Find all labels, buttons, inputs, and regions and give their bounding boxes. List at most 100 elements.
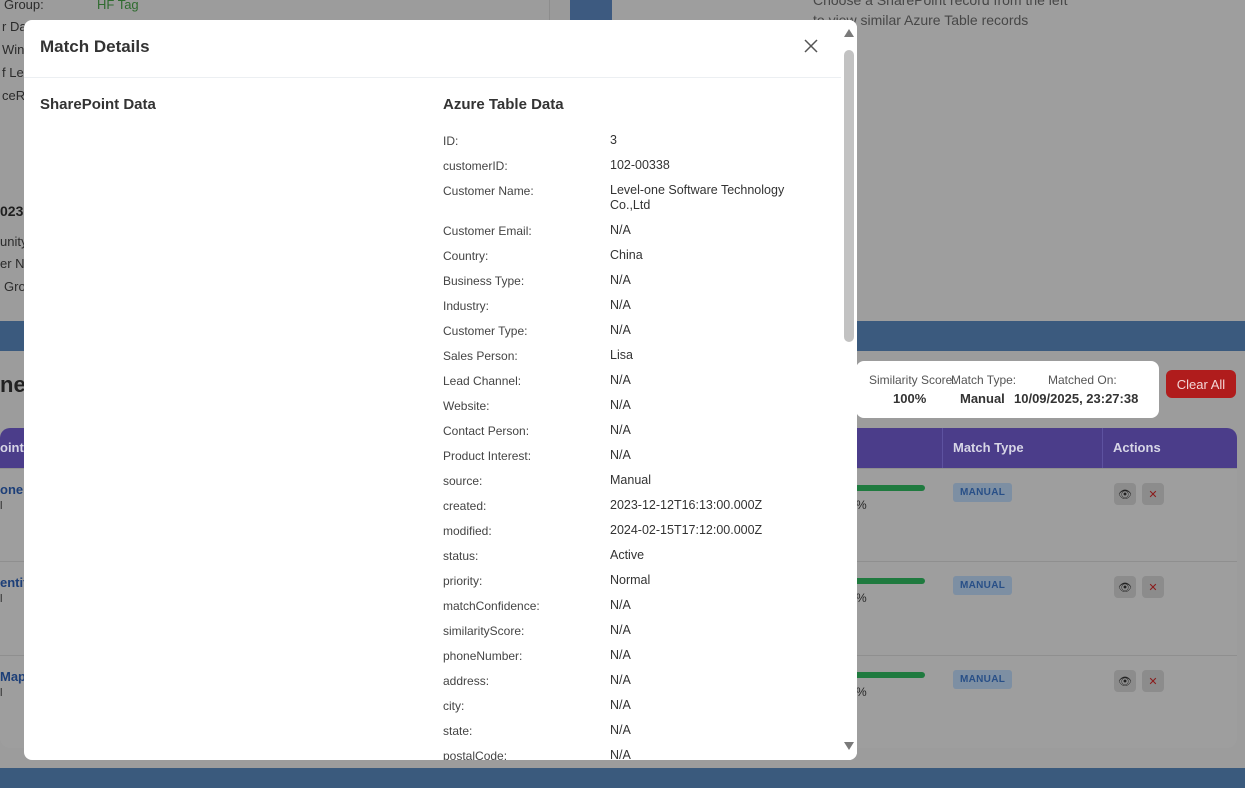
matched-on-label: Matched On:	[1048, 373, 1117, 387]
field-label: Customer Name:	[443, 184, 534, 198]
record-sub: l	[0, 687, 3, 699]
bg-section-year: 023	[0, 203, 24, 219]
field-row: modified: 2024-02-15T17:12:00.000Z	[443, 523, 833, 548]
field-value: Lisa	[610, 348, 633, 362]
bg-field-label: Group:	[4, 0, 44, 12]
field-row: Product Interest: N/A	[443, 448, 833, 473]
field-value: N/A	[610, 748, 631, 760]
similarity-percent: %	[856, 591, 867, 605]
field-row: source: Manual	[443, 473, 833, 498]
column-divider	[1102, 428, 1103, 468]
bg-field-label: Win	[2, 42, 25, 57]
field-value: N/A	[610, 673, 631, 687]
field-value: N/A	[610, 323, 631, 337]
field-row: Customer Email: N/A	[443, 223, 833, 248]
field-row: Country: China	[443, 248, 833, 273]
match-summary-card: Similarity Score: 100% Match Type: Manua…	[856, 361, 1159, 418]
field-value: Normal	[610, 573, 651, 587]
similarity-percent: %	[856, 498, 867, 512]
field-value: Level-one Software Technology Co.,Ltd	[610, 183, 785, 212]
field-row: status: Active	[443, 548, 833, 573]
field-row: Contact Person: N/A	[443, 423, 833, 448]
field-row: matchConfidence: N/A	[443, 598, 833, 623]
field-value: China	[610, 248, 643, 262]
eye-icon: 👁	[1118, 675, 1132, 688]
view-button[interactable]: 👁	[1114, 670, 1136, 692]
field-value: N/A	[610, 298, 631, 312]
modal-title: Match Details	[40, 37, 150, 56]
field-label: Industry:	[443, 299, 490, 313]
matched-on-value: 10/09/2025, 23:27:38	[1014, 391, 1139, 406]
field-row: Sales Person: Lisa	[443, 348, 833, 373]
field-label: Customer Type:	[443, 324, 528, 338]
field-value: N/A	[610, 373, 631, 387]
match-type-badge: MANUAL	[953, 483, 1013, 502]
field-row: similarityScore: N/A	[443, 623, 833, 648]
azure-table-data-title: Azure Table Data	[443, 96, 564, 113]
field-row: Business Type: N/A	[443, 273, 833, 298]
field-value: N/A	[610, 648, 631, 662]
field-row: created: 2023-12-12T16:13:00.000Z	[443, 498, 833, 523]
field-value: Active	[610, 548, 645, 562]
field-row: state: N/A	[443, 723, 833, 748]
field-label: similarityScore:	[443, 624, 525, 638]
field-value: N/A	[610, 723, 631, 737]
similarity-percent: %	[856, 685, 867, 699]
match-type-badge: MANUAL	[953, 670, 1013, 689]
sharepoint-data-title: SharePoint Data	[40, 96, 156, 113]
view-button[interactable]: 👁	[1114, 483, 1136, 505]
close-icon: ✕	[1148, 675, 1158, 688]
field-label: state:	[443, 724, 473, 738]
field-value: N/A	[610, 623, 631, 637]
field-row: ID: 3	[443, 133, 833, 158]
field-row: Website: N/A	[443, 398, 833, 423]
similarity-score-value: 100%	[893, 391, 927, 406]
field-label: Product Interest:	[443, 449, 532, 463]
view-button[interactable]: 👁	[1114, 576, 1136, 598]
field-label: Contact Person:	[443, 424, 530, 438]
field-label: modified:	[443, 524, 492, 538]
field-label: matchConfidence:	[443, 599, 540, 613]
record-sub: l	[0, 500, 3, 512]
field-row: customerID: 102-00338	[443, 158, 833, 183]
match-details-modal: Match Details SharePoint Data Azure Tabl…	[24, 20, 857, 760]
close-icon: ✕	[1148, 488, 1158, 501]
similarity-bar	[845, 578, 925, 584]
field-row: Customer Type: N/A	[443, 323, 833, 348]
field-label: Country:	[443, 249, 489, 263]
column-header[interactable]: Match Type	[953, 440, 1024, 455]
field-label: phoneNumber:	[443, 649, 523, 663]
footer-band	[0, 768, 1245, 788]
field-row: address: N/A	[443, 673, 833, 698]
field-value: 2024-02-15T17:12:00.000Z	[610, 523, 763, 537]
field-row: postalCode: N/A	[443, 748, 833, 760]
match-type-value: Manual	[960, 391, 1005, 406]
field-row: Customer Name: Level-one Software Technol…	[443, 183, 833, 223]
clear-all-button[interactable]: Clear All	[1166, 370, 1236, 398]
field-value: 3	[610, 133, 617, 147]
record-link[interactable]: Map	[0, 669, 26, 684]
eye-icon: 👁	[1118, 488, 1132, 501]
field-value: N/A	[610, 398, 631, 412]
modal-header: Match Details	[24, 20, 841, 78]
column-divider	[942, 428, 943, 468]
scrollbar-thumb[interactable]	[844, 50, 854, 342]
field-value: 2023-12-12T16:13:00.000Z	[610, 498, 763, 512]
field-label: Customer Email:	[443, 224, 532, 238]
field-label: Sales Person:	[443, 349, 518, 363]
scroll-up-arrow-icon[interactable]	[844, 29, 854, 37]
close-button[interactable]	[802, 37, 820, 55]
field-label: customerID:	[443, 159, 508, 173]
delete-button[interactable]: ✕	[1142, 670, 1164, 692]
delete-button[interactable]: ✕	[1142, 483, 1164, 505]
bg-field-label: er N	[0, 256, 25, 271]
field-value: Manual	[610, 473, 651, 487]
field-label: postalCode:	[443, 749, 508, 760]
modal-scrollbar[interactable]	[841, 20, 857, 760]
column-header[interactable]: Actions	[1113, 440, 1161, 455]
scroll-down-arrow-icon[interactable]	[844, 742, 854, 750]
delete-button[interactable]: ✕	[1142, 576, 1164, 598]
field-label: ID:	[443, 134, 459, 148]
field-row: priority: Normal	[443, 573, 833, 598]
field-label: created:	[443, 499, 487, 513]
